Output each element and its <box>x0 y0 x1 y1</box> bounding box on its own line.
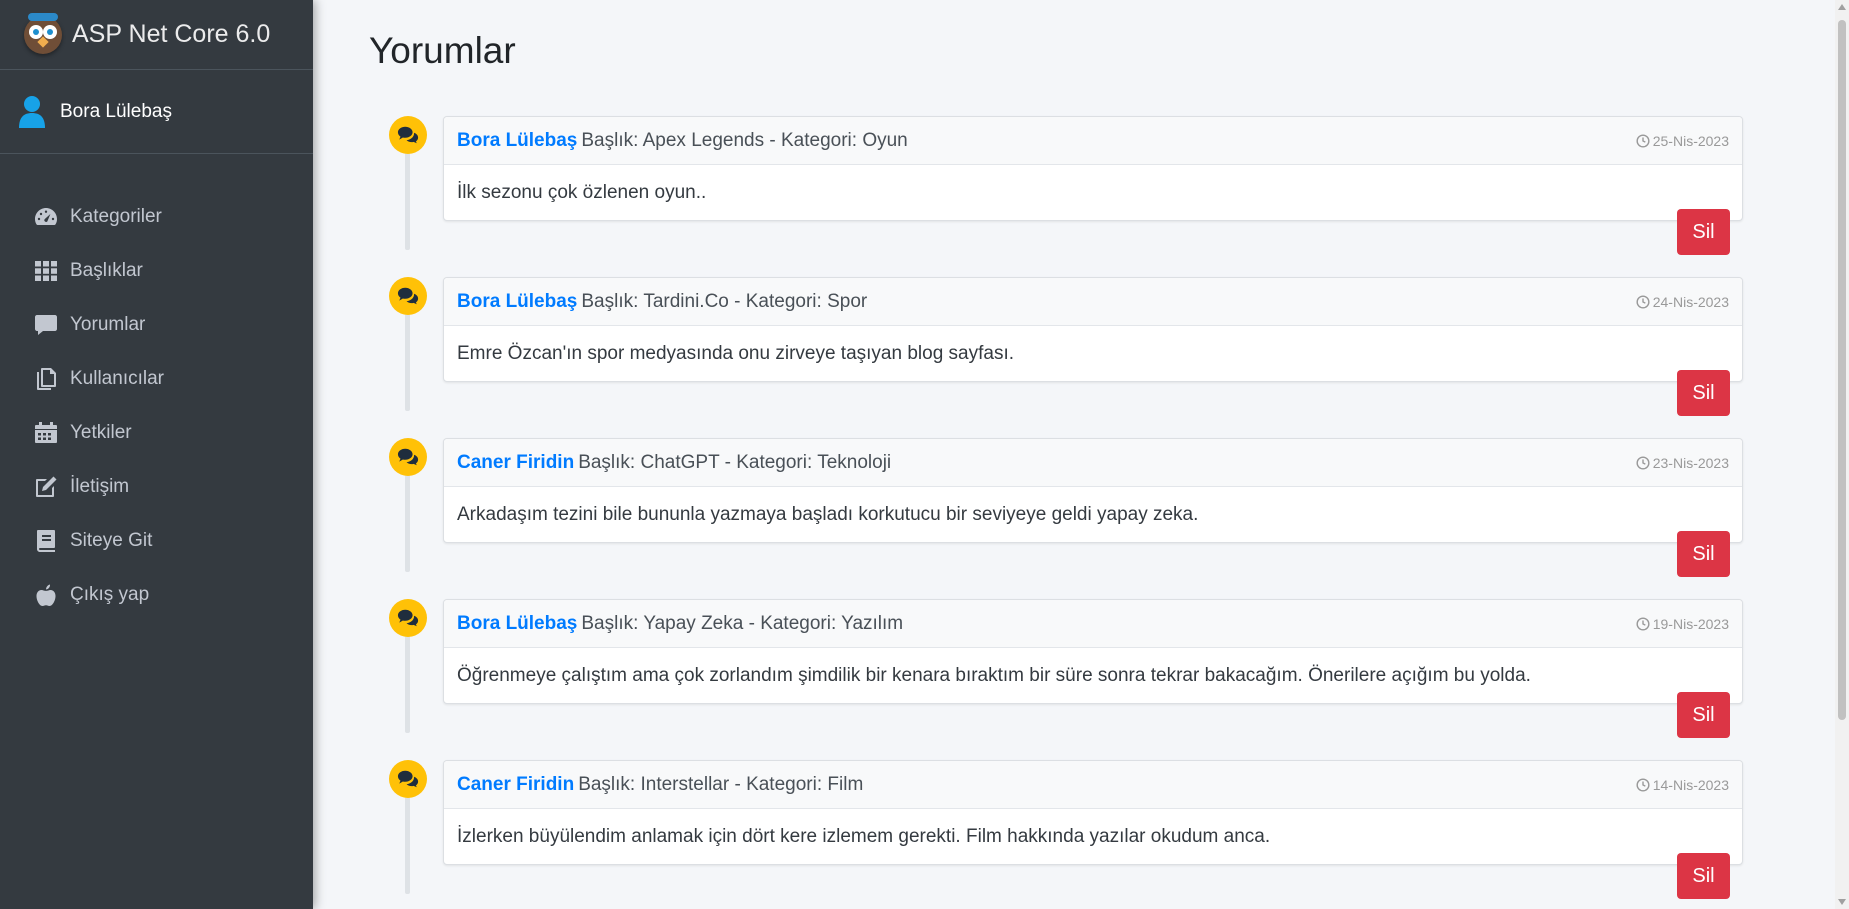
comment-card: Bora Lülebaş Başlık: Tardini.Co - Kategor… <box>443 277 1743 382</box>
comment-author-link[interactable]: Caner Firidin <box>457 452 574 473</box>
sidebar-item-basliklar[interactable]: Başlıklar <box>0 244 313 298</box>
comment-card: Bora Lülebaş Başlık: Yapay Zeka - Kategor… <box>443 599 1743 704</box>
sidebar-item-label: Kullanıcılar <box>70 368 164 389</box>
comment-meta: Başlık: ChatGPT - Kategori: Teknoloji <box>578 451 892 473</box>
comment-header: Bora Lülebaş Başlık: Apex Legends - Kateg… <box>444 117 1742 165</box>
grid-icon <box>34 259 58 283</box>
comment-card: Caner Firidin Başlık: Interstellar - Kate… <box>443 760 1743 865</box>
delete-button[interactable]: Sil <box>1677 209 1730 255</box>
copy-icon <box>34 367 58 391</box>
comment-icon <box>34 313 58 337</box>
comment-time: 14-Nis-2023 <box>1636 777 1729 793</box>
comment-header: Caner Firidin Başlık: Interstellar - Kate… <box>444 761 1742 809</box>
comment-author-link[interactable]: Bora Lülebaş <box>457 130 577 151</box>
comment-date: 19-Nis-2023 <box>1652 615 1729 632</box>
comment-date: 14-Nis-2023 <box>1652 776 1729 793</box>
calendar-icon <box>34 421 58 445</box>
delete-button[interactable]: Sil <box>1677 692 1730 738</box>
sidebar-item-iletisim[interactable]: İletişim <box>0 460 313 514</box>
comments-icon <box>389 599 427 637</box>
sidebar-item-siteye-git[interactable]: Siteye Git <box>0 514 313 568</box>
clock-icon <box>1636 294 1650 309</box>
comment-card: Caner Firidin Başlık: ChatGPT - Kategori:… <box>443 438 1743 543</box>
clock-icon <box>1636 133 1650 148</box>
comment-entry: Bora Lülebaş Başlık: Apex Legends - Kateg… <box>313 116 1835 277</box>
comment-body: İzlerken büyülendim anlamak için dört ke… <box>457 826 1271 847</box>
comment-meta: Başlık: Apex Legends - Kategori: Oyun <box>581 129 908 151</box>
tachometer-icon <box>34 205 58 229</box>
comment-body: Arkadaşım tezini bile bununla yazmaya ba… <box>457 504 1199 525</box>
sidebar-item-label: Kategoriler <box>70 206 162 227</box>
sidebar-item-yorumlar[interactable]: Yorumlar <box>0 298 313 352</box>
scroll-thumb[interactable] <box>1838 20 1846 720</box>
comment-body: Emre Özcan'ın spor medyasında onu zirvey… <box>457 343 1015 364</box>
user-icon <box>19 95 45 128</box>
user-panel[interactable]: Bora Lülebaş <box>0 70 313 154</box>
comment-body: Öğrenmeye çalıştım ama çok zorlandım şim… <box>457 665 1531 686</box>
comments-icon <box>389 760 427 798</box>
sidebar-nav: Kategoriler Başlıklar Yorumlar Kullanıcı… <box>0 154 313 622</box>
delete-button[interactable]: Sil <box>1677 853 1730 899</box>
comment-entry: Bora Lülebaş Başlık: Tardini.Co - Kategor… <box>313 277 1835 438</box>
comment-meta: Başlık: Interstellar - Kategori: Film <box>578 773 864 795</box>
sidebar-item-label: Başlıklar <box>70 260 143 281</box>
delete-button[interactable]: Sil <box>1677 370 1730 416</box>
sidebar-item-label: Siteye Git <box>70 530 153 551</box>
comment-time: 25-Nis-2023 <box>1636 133 1729 149</box>
sidebar-item-yetkiler[interactable]: Yetkiler <box>0 406 313 460</box>
user-name: Bora Lülebaş <box>60 100 172 122</box>
comment-entry: Caner Firidin Başlık: Interstellar - Kate… <box>313 760 1835 909</box>
scroll-down-icon[interactable] <box>1838 899 1846 905</box>
comment-header: Caner Firidin Başlık: ChatGPT - Kategori:… <box>444 439 1742 487</box>
sidebar-item-kullanicilar[interactable]: Kullanıcılar <box>0 352 313 406</box>
sidebar-item-label: Çıkış yap <box>70 584 150 605</box>
comments-icon <box>389 277 427 315</box>
comment-meta: Başlık: Tardini.Co - Kategori: Spor <box>581 290 868 312</box>
comment-entry: Caner Firidin Başlık: ChatGPT - Kategori:… <box>313 438 1835 599</box>
owl-logo-icon <box>24 12 62 54</box>
brand-title: ASP Net Core 6.0 <box>72 20 271 48</box>
comment-author-link[interactable]: Bora Lülebaş <box>457 613 577 634</box>
sidebar-item-label: Yetkiler <box>70 422 132 443</box>
sidebar-item-label: İletişim <box>70 476 130 497</box>
comment-time: 23-Nis-2023 <box>1636 455 1729 471</box>
comments-icon <box>389 116 427 154</box>
edit-icon <box>34 475 58 499</box>
brand-link[interactable]: ASP Net Core 6.0 <box>0 0 313 70</box>
clock-icon <box>1636 455 1650 470</box>
comments-icon <box>389 438 427 476</box>
comment-entry: Bora Lülebaş Başlık: Yapay Zeka - Kategor… <box>313 599 1835 760</box>
comment-time: 19-Nis-2023 <box>1636 616 1729 632</box>
book-icon <box>34 529 58 553</box>
comment-date: 24-Nis-2023 <box>1652 293 1729 310</box>
apple-icon <box>34 583 58 607</box>
comment-header: Bora Lülebaş Başlık: Tardini.Co - Kategor… <box>444 278 1742 326</box>
sidebar: ASP Net Core 6.0 Bora Lülebaş Kategorile… <box>0 0 313 909</box>
main-content: Yorumlar Bora Lülebaş Başlık: Apex Legend… <box>313 0 1835 909</box>
delete-button[interactable]: Sil <box>1677 531 1730 577</box>
comments-timeline: Bora Lülebaş Başlık: Apex Legends - Kateg… <box>313 116 1835 909</box>
vertical-scrollbar[interactable] <box>1835 0 1849 909</box>
page-title: Yorumlar <box>369 30 516 71</box>
comment-meta: Başlık: Yapay Zeka - Kategori: Yazılım <box>581 612 904 634</box>
comment-body: İlk sezonu çok özlenen oyun.. <box>457 182 707 203</box>
comment-date: 25-Nis-2023 <box>1652 132 1729 149</box>
clock-icon <box>1636 777 1650 792</box>
sidebar-item-kategoriler[interactable]: Kategoriler <box>0 190 313 244</box>
scroll-up-icon[interactable] <box>1838 4 1846 10</box>
clock-icon <box>1636 616 1650 631</box>
comment-date: 23-Nis-2023 <box>1652 454 1729 471</box>
comment-header: Bora Lülebaş Başlık: Yapay Zeka - Kategor… <box>444 600 1742 648</box>
sidebar-item-label: Yorumlar <box>70 314 146 335</box>
comment-author-link[interactable]: Caner Firidin <box>457 774 574 795</box>
comment-card: Bora Lülebaş Başlık: Apex Legends - Kateg… <box>443 116 1743 221</box>
comment-time: 24-Nis-2023 <box>1636 294 1729 310</box>
sidebar-item-cikis-yap[interactable]: Çıkış yap <box>0 568 313 622</box>
comment-author-link[interactable]: Bora Lülebaş <box>457 291 577 312</box>
